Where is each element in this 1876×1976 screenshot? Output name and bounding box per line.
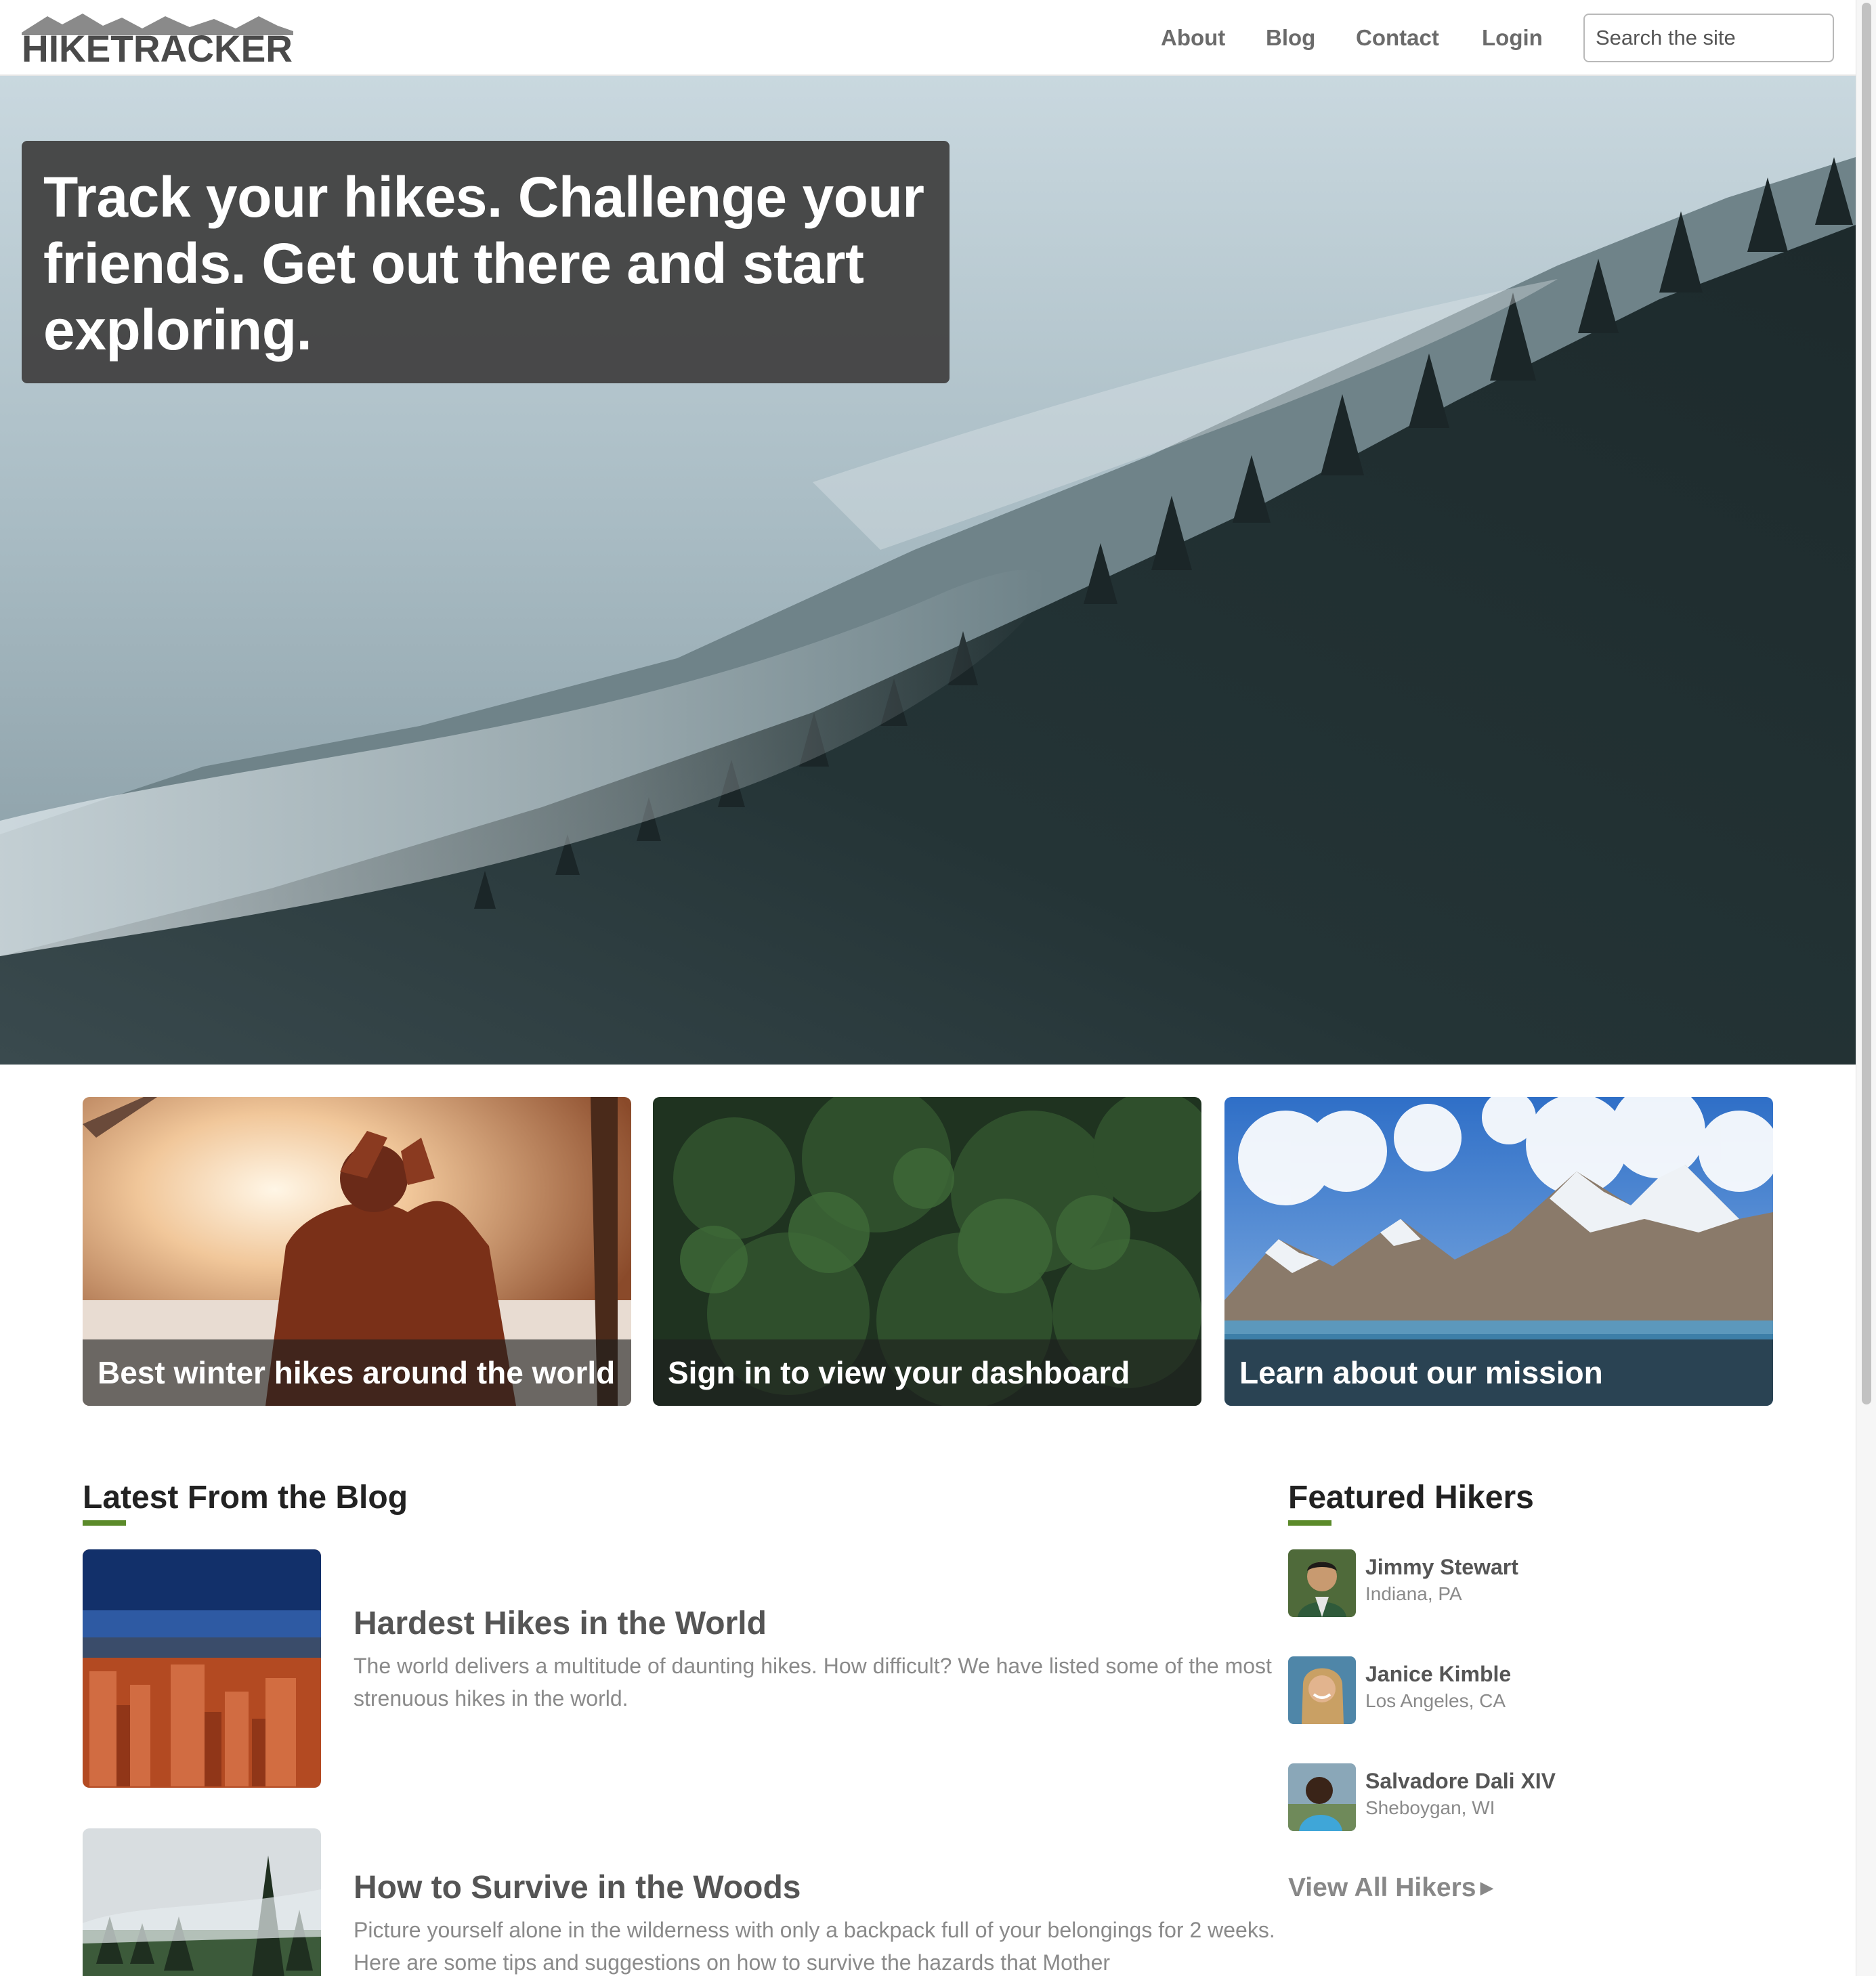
post-thumbnail[interactable] [83,1828,321,1976]
avatar-photo [1288,1656,1356,1724]
hero-banner: Track your hikes. Challenge your friends… [0,76,1856,1065]
foggy-woods-image [83,1828,321,1976]
page: HIKETRACKER About Blog Contact Login Sea… [0,0,1876,1976]
nav-login[interactable]: Login [1482,20,1543,56]
card-label: Learn about our mission [1224,1339,1773,1406]
canyon-image [83,1549,321,1788]
hiker-card[interactable]: Salvadore Dali XIV Sheboygan, WI [1288,1763,1694,1831]
card-our-mission[interactable]: Learn about our mission [1224,1097,1773,1406]
svg-text:HIKETRACKER: HIKETRACKER [22,27,293,65]
hiker-card[interactable]: Jimmy Stewart Indiana, PA [1288,1549,1694,1617]
hiker-location: Los Angeles, CA [1365,1690,1506,1711]
post-thumbnail[interactable] [83,1549,321,1788]
feature-cards: Best winter hikes around the world Sign … [83,1097,1773,1406]
card-winter-hikes[interactable]: Best winter hikes around the world [83,1097,631,1406]
post-title-link[interactable]: How to Survive in the Woods [354,1869,801,1906]
blog-section-title: Latest From the Blog [83,1480,408,1516]
avatar-photo [1288,1763,1356,1831]
nav-contact[interactable]: Contact [1356,20,1439,56]
card-sign-in-dashboard[interactable]: Sign in to view your dashboard [653,1097,1201,1406]
hiker-card[interactable]: Janice Kimble Los Angeles, CA [1288,1656,1694,1724]
logo-mountains-icon: HIKETRACKER [22,14,293,65]
card-label: Best winter hikes around the world [83,1339,631,1406]
blog-title-underline [83,1520,126,1526]
hiker-name[interactable]: Jimmy Stewart [1365,1555,1518,1580]
post-excerpt: The world delivers a multitude of daunti… [354,1654,1272,1711]
card-label: Sign in to view your dashboard [653,1339,1201,1406]
post-excerpt: Picture yourself alone in the wilderness… [354,1918,1275,1975]
avatar-photo [1288,1549,1356,1617]
avatar[interactable] [1288,1549,1356,1617]
blog-post[interactable]: Hardest Hikes in the World The world del… [83,1549,1272,1793]
search-input[interactable] [1583,14,1834,62]
scrollbar-thumb[interactable] [1862,3,1871,1404]
hiker-name[interactable]: Salvadore Dali XIV [1365,1769,1556,1794]
avatar[interactable] [1288,1763,1356,1831]
view-all-hikers-link[interactable]: View All Hikers ▶ [1288,1873,1493,1903]
hikers-section-title: Featured Hikers [1288,1480,1534,1516]
nav-blog[interactable]: Blog [1266,20,1315,56]
blog-post[interactable]: How to Survive in the Woods Picture your… [83,1828,1275,1976]
nav-about[interactable]: About [1161,20,1225,56]
post-title-link[interactable]: Hardest Hikes in the World [354,1605,767,1642]
hero-headline-box: Track your hikes. Challenge your friends… [22,141,950,383]
hiker-name[interactable]: Janice Kimble [1365,1662,1511,1687]
page-scrollbar[interactable] [1856,0,1876,1976]
hikers-title-underline [1288,1520,1331,1526]
hiker-location: Indiana, PA [1365,1583,1462,1604]
play-arrow-icon: ▶ [1480,1877,1494,1897]
avatar[interactable] [1288,1656,1356,1724]
hero-headline: Track your hikes. Challenge your friends… [43,165,924,362]
view-all-label: View All Hikers [1288,1873,1476,1902]
site-logo[interactable]: HIKETRACKER [20,12,295,65]
site-header: HIKETRACKER About Blog Contact Login [0,0,1856,76]
hiker-location: Sheboygan, WI [1365,1797,1495,1818]
